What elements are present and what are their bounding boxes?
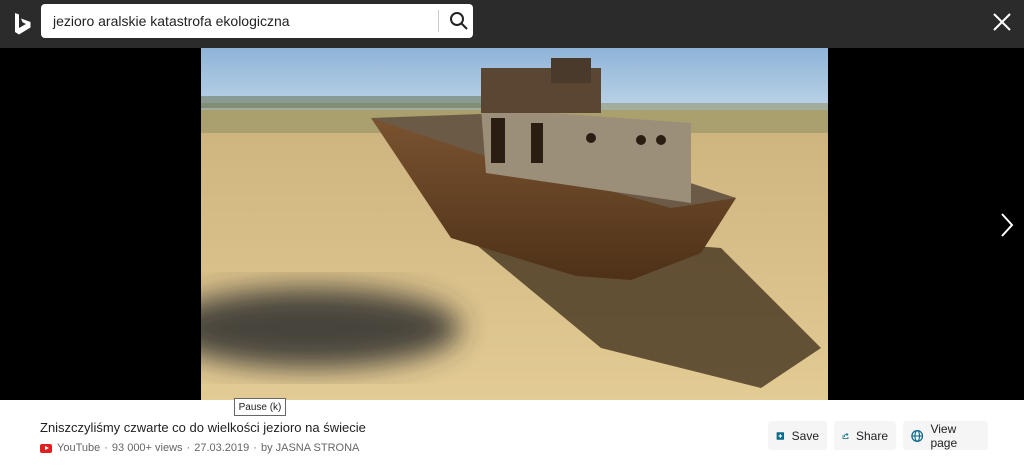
video-player[interactable] — [201, 48, 828, 400]
close-button[interactable] — [988, 8, 1016, 36]
top-bar: jezioro aralskie katastrofa ekologiczna — [0, 0, 1024, 48]
video-meta: YouTube · 93 000+ views · 27.03.2019 · b… — [40, 442, 359, 454]
globe-icon — [911, 429, 924, 442]
video-frame — [201, 48, 828, 400]
search-divider — [438, 10, 439, 32]
video-title[interactable]: Zniszczyliśmy czwarte co do wielkości je… — [40, 420, 366, 435]
search-box[interactable]: jezioro aralskie katastrofa ekologiczna — [41, 4, 473, 38]
save-icon — [776, 431, 785, 440]
search-input[interactable]: jezioro aralskie katastrofa ekologiczna — [53, 13, 290, 29]
view-page-label: View page — [930, 421, 958, 450]
next-button[interactable] — [992, 210, 1022, 240]
share-icon — [842, 432, 849, 439]
share-button[interactable]: Share — [834, 421, 896, 450]
view-page-button[interactable]: View page — [903, 421, 988, 450]
close-icon — [993, 13, 1011, 31]
search-button[interactable] — [445, 7, 473, 35]
meta-separator: · — [186, 442, 191, 454]
youtube-icon — [40, 443, 52, 453]
save-button[interactable]: Save — [768, 421, 827, 450]
meta-separator: · — [104, 442, 108, 454]
info-panel: Zniszczyliśmy czwarte co do wielkości je… — [0, 400, 1024, 468]
bing-logo-icon[interactable] — [12, 12, 34, 36]
author-label: by JASNA STRONA — [260, 442, 360, 454]
views-count: 93 000+ views — [111, 442, 183, 454]
chevron-right-icon — [1001, 213, 1014, 237]
source-label[interactable]: YouTube — [57, 442, 100, 454]
upload-date: 27.03.2019 — [194, 442, 250, 454]
pause-tooltip: Pause (k) — [234, 398, 286, 416]
meta-separator: · — [253, 442, 257, 454]
share-label: Share — [855, 428, 888, 443]
save-label: Save — [791, 428, 819, 443]
media-stage — [0, 48, 1024, 400]
search-icon — [450, 12, 468, 30]
